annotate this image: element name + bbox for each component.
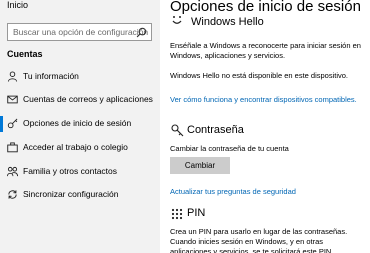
pin-keypad-icon (171, 208, 183, 220)
person-icon (7, 71, 18, 82)
pin-description: Crea un PIN para usarlo en lugar de las … (170, 227, 348, 253)
sidebar-item-label: Acceder al trabajo o colegio (23, 142, 128, 152)
active-indicator (0, 116, 3, 132)
main-content: Opciones de inicio de sesión Windows Hel… (160, 0, 370, 253)
sidebar-item-acceder-trabajo[interactable]: Acceder al trabajo o colegio (0, 137, 160, 159)
sidebar-item-familia[interactable]: Familia y otros contactos (0, 161, 160, 183)
sidebar-item-label: Opciones de inicio de sesión (23, 118, 132, 128)
key-icon (7, 118, 18, 129)
password-heading: Contraseña (187, 124, 244, 136)
search-icon[interactable] (136, 27, 147, 38)
key-icon (171, 124, 184, 137)
password-description: Cambiar la contraseña de tu cuenta (170, 144, 289, 153)
sidebar-item-label: Sincronizar configuración (23, 189, 119, 199)
home-label[interactable]: Inicio (7, 0, 28, 10)
sidebar: Inicio Buscar una opción de configuració… (0, 0, 160, 253)
sidebar-item-label: Cuentas de correos y aplicaciones (23, 94, 153, 104)
windows-hello-status: Windows Hello no está disponible en este… (170, 71, 349, 80)
sidebar-item-cuentas-correo[interactable]: Cuentas de correos y aplicaciones (0, 89, 160, 111)
family-icon (7, 166, 18, 177)
windows-hello-link[interactable]: Ver cómo funciona y encontrar dispositiv… (170, 95, 357, 104)
change-password-button[interactable]: Cambiar (170, 157, 230, 174)
smiley-icon (172, 16, 182, 24)
section-heading: Cuentas (7, 49, 43, 59)
security-questions-link[interactable]: Actualizar tus preguntas de seguridad (170, 187, 296, 196)
mail-icon (7, 95, 18, 104)
sync-icon (8, 190, 17, 199)
sidebar-item-label: Familia y otros contactos (23, 166, 118, 176)
search-placeholder: Buscar una opción de configuración (13, 27, 149, 37)
sidebar-item-sincronizar[interactable]: Sincronizar configuración (0, 184, 160, 206)
sidebar-item-tu-informacion[interactable]: Tu información (0, 66, 160, 88)
sidebar-item-opciones-inicio[interactable]: Opciones de inicio de sesión (0, 113, 160, 135)
pin-heading: PIN (187, 207, 206, 219)
page-title: Opciones de inicio de sesión (170, 0, 361, 15)
windows-hello-heading: Windows Hello (191, 16, 264, 28)
sidebar-item-label: Tu información (23, 71, 79, 81)
briefcase-icon (7, 142, 18, 153)
search-input[interactable]: Buscar una opción de configuración (7, 23, 152, 41)
windows-hello-description: Enséñale a Windows a reconocerte para in… (170, 41, 361, 60)
